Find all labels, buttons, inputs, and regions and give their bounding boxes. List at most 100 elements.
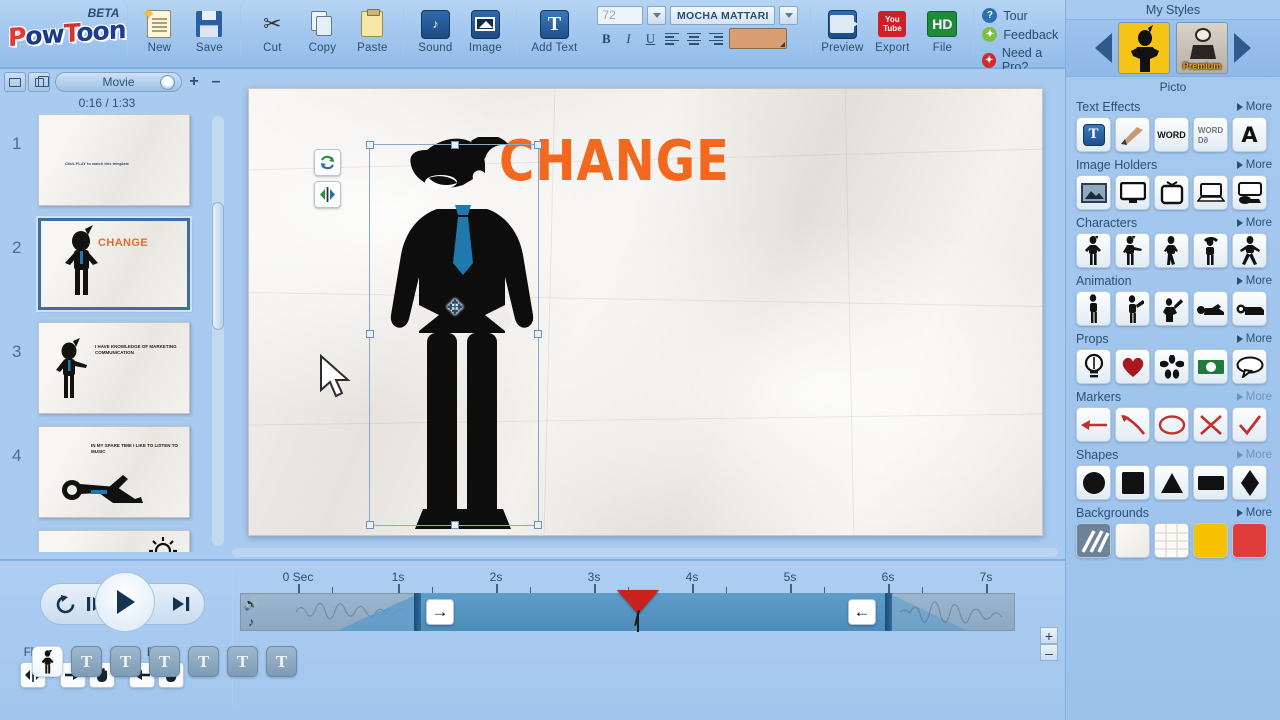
align-right-button[interactable]	[707, 29, 725, 48]
more-characters-button[interactable]: More	[1236, 217, 1272, 229]
anim-reclining-icon[interactable]	[1232, 291, 1267, 326]
rectangle-shape-icon[interactable]	[1193, 465, 1228, 500]
copy-button[interactable]: Copy	[297, 2, 347, 54]
more-shapes-button[interactable]: More	[1236, 449, 1272, 461]
text-object-4[interactable]: T	[188, 646, 219, 677]
character-walking-icon[interactable]	[1154, 233, 1189, 268]
italic-button[interactable]: I	[619, 29, 637, 48]
anim-lying-icon[interactable]	[1193, 291, 1228, 326]
triangle-shape-icon[interactable]	[1154, 465, 1189, 500]
cut-button[interactable]: ✂ Cut	[247, 2, 297, 55]
photo-frame-icon[interactable]	[1076, 175, 1111, 210]
striped-background-icon[interactable]	[1076, 523, 1111, 558]
square-shape-icon[interactable]	[1115, 465, 1150, 500]
slide-thumbnail-1[interactable]: 1 Click PLAY to watch this template	[12, 114, 190, 206]
sound-button[interactable]: ♪ Sound	[410, 2, 460, 54]
previous-style-arrow-icon[interactable]	[1095, 33, 1112, 63]
text-object-5[interactable]: T	[227, 646, 258, 677]
arrow-left-marker-icon[interactable]	[1076, 407, 1111, 442]
paste-button[interactable]: Paste	[347, 2, 397, 54]
align-center-button[interactable]	[685, 29, 703, 48]
speaker-icon[interactable]: 🔊	[242, 595, 260, 613]
underline-button[interactable]: U	[641, 29, 659, 48]
slide-thumbnail-4[interactable]: 4 IN MY SPARE TIME I LIKE TO LISTEN TO M…	[12, 426, 190, 518]
text-object-2[interactable]: T	[110, 646, 141, 677]
character-object[interactable]	[32, 646, 63, 677]
flip-tool-button[interactable]	[314, 181, 341, 208]
more-animation-button[interactable]: More	[1236, 275, 1272, 287]
more-text-effects-button[interactable]: More	[1236, 101, 1272, 113]
hand-drawing-icon[interactable]	[1115, 117, 1150, 152]
anim-point-icon[interactable]	[1115, 291, 1150, 326]
clip-enter-button[interactable]: →	[426, 599, 454, 625]
align-left-button[interactable]	[663, 29, 681, 48]
font-family-dropdown-icon[interactable]	[779, 6, 799, 25]
slide-thumbnail-3[interactable]: 3 I HAVE KNOWLEDGE OF MARKETING COMMUNIC…	[12, 322, 190, 414]
add-slide-button[interactable]: +	[184, 72, 204, 92]
remove-slide-button[interactable]: –	[206, 72, 226, 92]
canvas-hscrollbar[interactable]	[232, 548, 1058, 557]
x-marker-icon[interactable]	[1193, 407, 1228, 442]
font-size-dropdown-icon[interactable]	[647, 6, 667, 25]
add-text-button[interactable]: T Add Text	[523, 2, 585, 54]
resize-handle-se[interactable]	[534, 521, 542, 529]
slides-scrollbar-track[interactable]	[212, 116, 224, 546]
lined-paper-background-icon[interactable]	[1154, 523, 1189, 558]
resize-handle-sw[interactable]	[366, 521, 374, 529]
music-note-icon[interactable]: ♪	[242, 613, 260, 631]
yellow-background-icon[interactable]	[1193, 523, 1228, 558]
clip-start-grip[interactable]	[414, 593, 421, 631]
slide-thumbnail-5[interactable]: 5	[12, 530, 190, 552]
timeline-zoom-out-button[interactable]: –	[1040, 644, 1058, 661]
text-color-swatch[interactable]	[729, 28, 788, 49]
style-tile-premium[interactable]: Premium	[1176, 22, 1228, 74]
heart-icon[interactable]	[1115, 349, 1150, 384]
canvas-hscrollbar-track[interactable]	[232, 548, 1058, 557]
white-paper-background-icon[interactable]	[1115, 523, 1150, 558]
play-button[interactable]	[95, 572, 155, 632]
text-box-icon[interactable]: T	[1076, 117, 1111, 152]
text-object-3[interactable]: T	[149, 646, 180, 677]
image-button[interactable]: Image	[460, 2, 510, 54]
resize-handle-e[interactable]	[534, 330, 542, 338]
tour-link[interactable]: ? Tour	[982, 8, 1065, 23]
slide-canvas[interactable]: CHANGE ✥	[248, 88, 1043, 536]
preview-button[interactable]: Preview	[817, 2, 867, 54]
flower-icon[interactable]	[1154, 349, 1189, 384]
resize-handle-ne[interactable]	[534, 141, 542, 149]
save-button[interactable]: Save	[184, 2, 234, 54]
word-icon[interactable]: WORD	[1154, 117, 1189, 152]
new-button[interactable]: ✦ New	[134, 2, 184, 54]
slide-list[interactable]: 1 Click PLAY to watch this template 2 CH…	[0, 114, 230, 552]
resize-handle-n[interactable]	[451, 141, 459, 149]
selection-bounding-box[interactable]	[366, 141, 542, 529]
more-backgrounds-button[interactable]: More	[1236, 507, 1272, 519]
anim-stand-icon[interactable]	[1076, 291, 1111, 326]
lightbulb-icon[interactable]	[1076, 349, 1111, 384]
clip-exit-button[interactable]: ←	[848, 599, 876, 625]
slides-scrollbar-thumb[interactable]	[212, 202, 224, 330]
stroke-marker-icon[interactable]	[1115, 407, 1150, 442]
move-cross-icon[interactable]: ✥	[444, 297, 466, 319]
movie-selector[interactable]: Movie	[55, 72, 182, 92]
playhead[interactable]	[617, 590, 659, 632]
timeline-track[interactable]: → ← + –	[240, 590, 1058, 661]
money-icon[interactable]	[1193, 349, 1228, 384]
more-props-button[interactable]: More	[1236, 333, 1272, 345]
resize-handle-w[interactable]	[366, 330, 374, 338]
red-background-icon[interactable]	[1232, 523, 1267, 558]
projector-icon[interactable]	[1232, 175, 1267, 210]
character-running-icon[interactable]	[1232, 233, 1267, 268]
resize-handle-nw[interactable]	[366, 141, 374, 149]
word-flip-icon[interactable]: WORD D9	[1193, 117, 1228, 152]
rotate-tool-button[interactable]	[314, 149, 341, 176]
circle-marker-icon[interactable]	[1154, 407, 1189, 442]
diamond-shape-icon[interactable]	[1232, 465, 1267, 500]
more-image-holders-button[interactable]: More	[1236, 159, 1272, 171]
font-family-select[interactable]: MOCHA MATTARI	[670, 6, 776, 25]
export-button[interactable]: You Tube Export	[867, 2, 917, 54]
slide-thumbnail-2[interactable]: 2 CHANGE	[12, 216, 192, 312]
single-slide-view-button[interactable]	[4, 72, 26, 92]
next-style-arrow-icon[interactable]	[1234, 33, 1251, 63]
more-markers-button[interactable]: More	[1236, 391, 1272, 403]
